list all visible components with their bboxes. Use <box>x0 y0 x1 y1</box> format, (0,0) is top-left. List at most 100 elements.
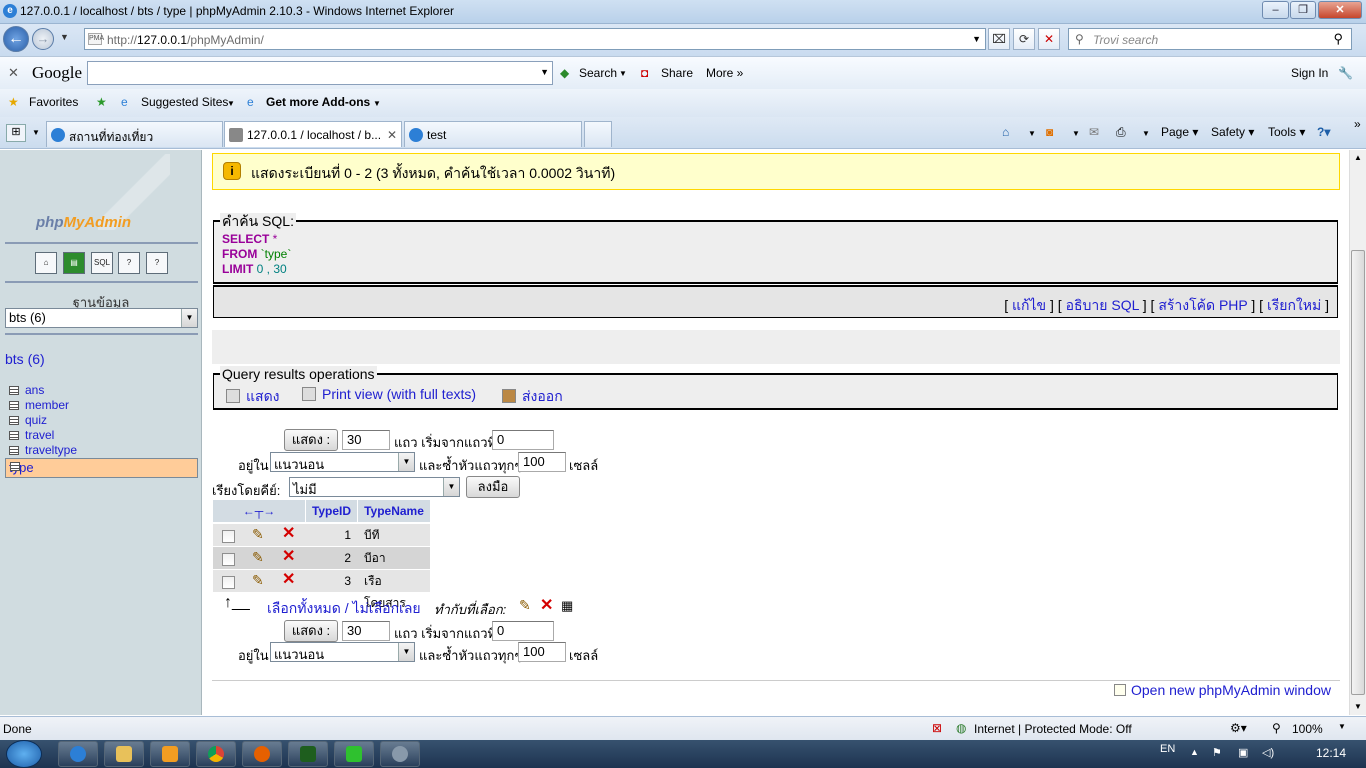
back-button[interactable]: ← <box>3 26 29 52</box>
edit-selected-icon[interactable]: ✎ <box>519 597 531 614</box>
refresh-link[interactable]: เรียกใหม่ <box>1267 297 1321 313</box>
suggested-dropdown-icon[interactable]: ▼ <box>227 99 235 108</box>
page-menu[interactable]: Page ▾ <box>1161 125 1198 139</box>
maximize-button[interactable]: ❐ <box>1290 1 1316 19</box>
tray-arrow-icon[interactable]: ▲ <box>1190 747 1199 757</box>
addons-link[interactable]: Get more Add-ons <box>266 95 370 109</box>
delete-icon[interactable]: ✕ <box>282 523 295 543</box>
database-title-link[interactable]: bts (6) <box>5 351 45 367</box>
show-link[interactable]: แสดง <box>226 386 280 408</box>
show-button-bottom[interactable]: แสดง : <box>284 620 338 642</box>
dropdown-arrow-icon[interactable]: ▼ <box>398 453 414 471</box>
print-icon[interactable]: ⎙ <box>1116 125 1126 140</box>
url-dropdown-icon[interactable]: ▼ <box>972 34 981 44</box>
close-tab-icon[interactable]: ✕ <box>387 128 397 142</box>
check-all-link[interactable]: เลือกทั้งหมด / ไม่เลือกเลย <box>267 598 421 620</box>
more-button[interactable]: More » <box>706 66 743 80</box>
table-link-type[interactable]: type <box>5 458 198 478</box>
compat-view-icon[interactable]: ⌧ <box>988 28 1010 50</box>
volume-icon[interactable]: ◁) <box>1262 746 1274 759</box>
export-link[interactable]: ส่งออก <box>502 386 563 408</box>
taskbar-explorer-icon[interactable] <box>104 741 144 767</box>
feeds-dropdown-icon[interactable]: ▼ <box>1072 129 1080 138</box>
close-button[interactable]: ✕ <box>1318 1 1362 19</box>
taskbar-line-icon[interactable] <box>334 741 374 767</box>
row-checkbox[interactable] <box>222 576 235 589</box>
blocked-icon[interactable]: ⊠ <box>932 721 942 735</box>
protected-mode-icon[interactable]: ⚙▾ <box>1230 721 1247 735</box>
new-tab-button[interactable] <box>584 121 612 147</box>
close-toolbar-icon[interactable]: ✕ <box>8 65 19 81</box>
delete-selected-icon[interactable]: ✕ <box>540 595 553 615</box>
scroll-thumb[interactable] <box>1351 250 1365 695</box>
print-dropdown-icon[interactable]: ▼ <box>1142 129 1150 138</box>
table-link-quiz[interactable]: quiz <box>5 413 198 428</box>
delete-icon[interactable]: ✕ <box>282 569 295 589</box>
tab-test[interactable]: test <box>404 121 582 147</box>
row-checkbox[interactable] <box>222 553 235 566</box>
search-field[interactable]: ⚲ Trovi search ⚲ <box>1068 28 1352 50</box>
dropdown-arrow-icon[interactable]: ▼ <box>443 478 459 496</box>
zoom-level[interactable]: 100% <box>1292 722 1323 736</box>
repeat-header-input-bottom[interactable]: 100 <box>518 642 566 662</box>
sql-icon[interactable]: SQL <box>91 252 113 274</box>
favorites-button[interactable]: Favorites <box>29 95 78 109</box>
start-button[interactable] <box>6 740 42 768</box>
export-selected-icon[interactable]: ▦ <box>561 598 573 614</box>
language-indicator[interactable]: EN <box>1160 743 1175 755</box>
taskbar-app-icon[interactable] <box>380 741 420 767</box>
tab-phpmyadmin[interactable]: 127.0.0.1 / localhost / b... ✕ <box>224 121 402 147</box>
stop-icon[interactable]: ✕ <box>1038 28 1060 50</box>
show-button[interactable]: แสดง : <box>284 429 338 451</box>
taskbar-firefox-icon[interactable] <box>242 741 282 767</box>
zoom-dropdown-icon[interactable]: ▼ <box>1338 722 1346 731</box>
home-dropdown-icon[interactable]: ▼ <box>1028 129 1036 138</box>
header-typename[interactable]: TypeName <box>358 500 430 522</box>
dropdown-arrow-icon[interactable]: ▼ <box>398 643 414 661</box>
edit-link[interactable]: แก้ไข <box>1012 297 1046 313</box>
home-icon[interactable]: ⌂ <box>35 252 57 274</box>
tools-menu[interactable]: Tools ▾ <box>1268 125 1305 139</box>
taskbar-dreamweaver-icon[interactable] <box>288 741 328 767</box>
query-window-icon[interactable]: ▤ <box>63 252 85 274</box>
print-view-link[interactable]: Print view (with full texts) <box>302 386 476 402</box>
database-select[interactable]: bts (6) ▼ <box>5 308 198 328</box>
edit-pencil-icon[interactable]: ✎ <box>252 549 264 566</box>
url-field[interactable]: PMA http://127.0.0.1/phpMyAdmin/ ▼ <box>84 28 986 50</box>
dropdown-arrow-icon[interactable]: ▼ <box>181 309 197 327</box>
network-icon[interactable]: ▣ <box>1238 746 1248 759</box>
tab-list-dropdown-icon[interactable]: ▼ <box>32 128 40 137</box>
start-row-input-bottom[interactable]: 0 <box>492 621 554 641</box>
open-new-window-link[interactable]: Open new phpMyAdmin window <box>1114 682 1331 698</box>
phpmyadmin-logo[interactable]: phpMyAdmin <box>36 214 131 231</box>
vertical-scrollbar[interactable]: ▲ ▼ <box>1349 150 1366 715</box>
display-mode-select[interactable]: แนวนอน ▼ <box>270 452 415 472</box>
header-typeid[interactable]: TypeID <box>306 500 357 522</box>
table-link-traveltype[interactable]: traveltype <box>5 443 198 458</box>
go-button[interactable]: ลงมือ <box>466 476 520 498</box>
documentation-icon[interactable]: ? <box>118 252 140 274</box>
chevron-icon[interactable]: » <box>1354 117 1361 131</box>
forward-button[interactable]: → <box>32 28 54 50</box>
security-zone[interactable]: Internet | Protected Mode: Off <box>974 722 1132 736</box>
rows-input[interactable]: 30 <box>342 430 390 450</box>
addons-dropdown-icon[interactable]: ▼ <box>373 99 381 108</box>
dropdown-icon[interactable]: ▼ <box>540 67 549 77</box>
create-php-code-link[interactable]: สร้างโค้ด PHP <box>1158 297 1247 313</box>
delete-icon[interactable]: ✕ <box>282 546 295 566</box>
search-dropdown-icon[interactable]: ▼ <box>619 69 627 78</box>
edit-pencil-icon[interactable]: ✎ <box>252 572 264 589</box>
add-favorite-icon[interactable]: ★ <box>96 95 107 109</box>
quick-tabs-icon[interactable]: ⊞ <box>6 124 26 142</box>
rows-input-bottom[interactable]: 30 <box>342 621 390 641</box>
taskbar-ie-icon[interactable] <box>58 741 98 767</box>
docs-icon[interactable]: ? <box>146 252 168 274</box>
clock[interactable]: 12:14 <box>1316 746 1346 760</box>
history-dropdown-icon[interactable]: ▼ <box>60 32 69 42</box>
sign-in-button[interactable]: Sign In <box>1291 66 1328 80</box>
search-icon[interactable]: ⚲ <box>1333 31 1343 47</box>
explain-sql-link[interactable]: อธิบาย SQL <box>1066 297 1139 313</box>
flag-icon[interactable]: ⚑ <box>1212 746 1222 759</box>
safety-menu[interactable]: Safety ▾ <box>1211 125 1254 139</box>
taskbar-media-icon[interactable] <box>150 741 190 767</box>
